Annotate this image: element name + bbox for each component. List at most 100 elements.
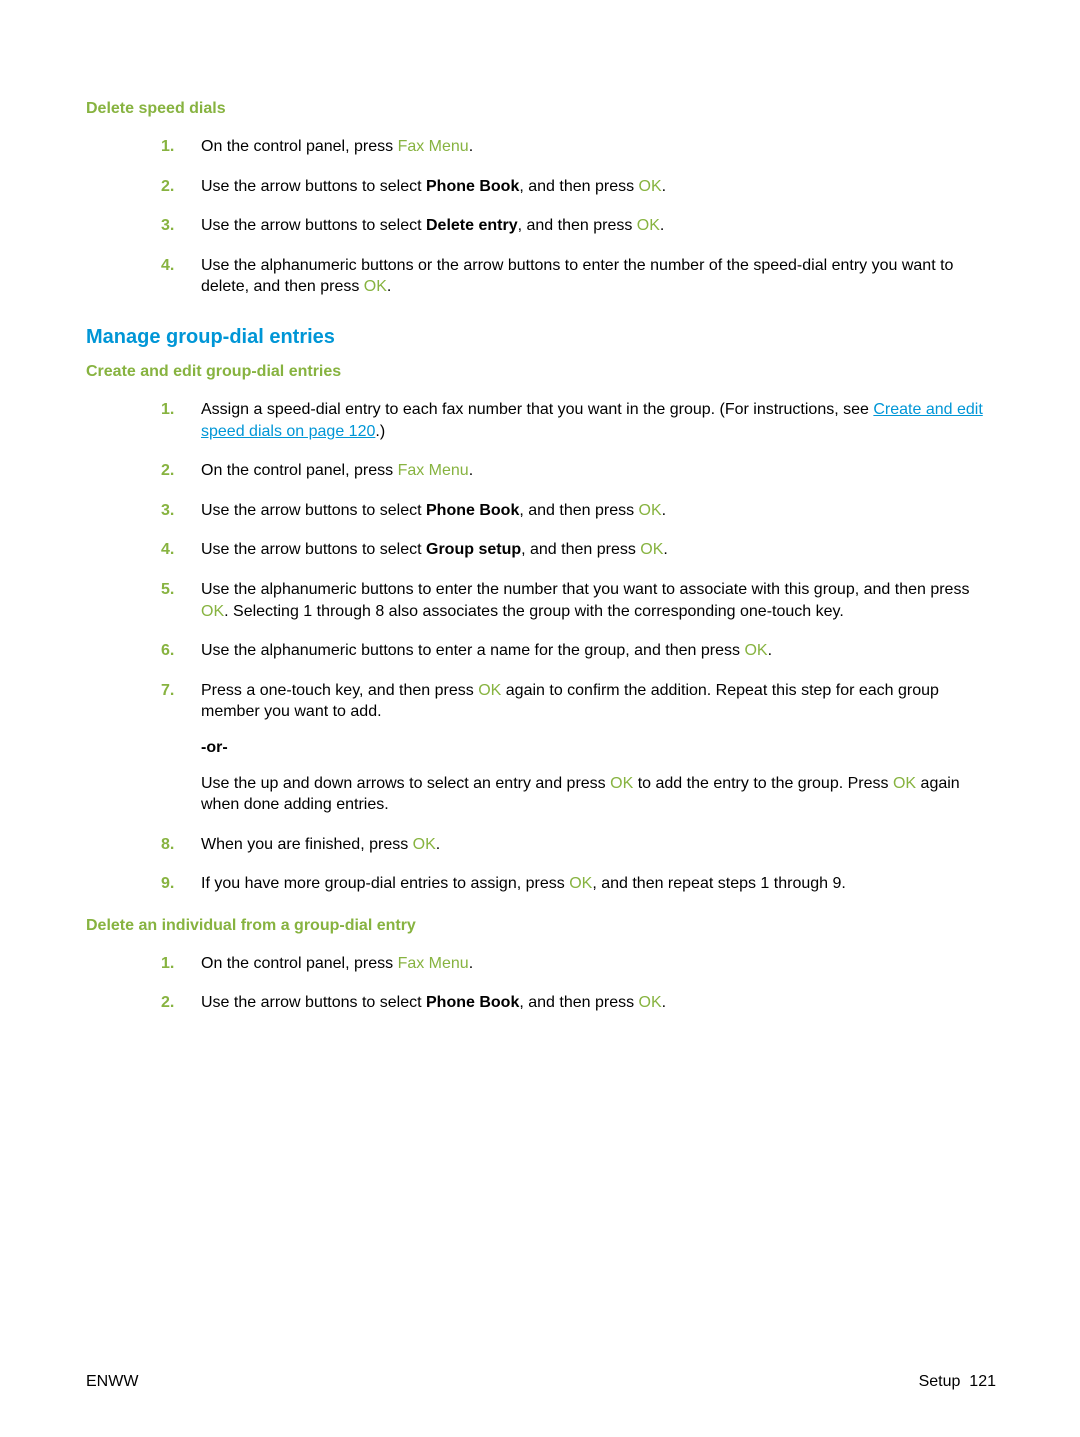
or-separator: -or- xyxy=(201,737,996,759)
text: Use the alphanumeric buttons to enter a … xyxy=(201,642,744,659)
step-number: 3. xyxy=(161,500,174,522)
step-text: Use the alphanumeric buttons to enter th… xyxy=(201,581,969,620)
text: to add the entry to the group. Press xyxy=(633,775,893,792)
footer-page-number: 121 xyxy=(969,1373,996,1390)
step-text: Assign a speed-dial entry to each fax nu… xyxy=(201,401,983,440)
step-item: 5. Use the alphanumeric buttons to enter… xyxy=(161,579,996,622)
step-item: 9. If you have more group-dial entries t… xyxy=(161,873,996,895)
heading-delete-speed-dials: Delete speed dials xyxy=(86,100,996,118)
step-number: 4. xyxy=(161,539,174,561)
menu-delete-entry: Delete entry xyxy=(426,217,518,234)
text: Use the up and down arrows to select an … xyxy=(201,775,610,792)
fax-menu-key: Fax Menu xyxy=(398,955,469,972)
footer-right: Setup 121 xyxy=(919,1373,996,1391)
text: Use the arrow buttons to select xyxy=(201,178,426,195)
text: , and then press xyxy=(519,178,638,195)
step-number: 2. xyxy=(161,460,174,482)
footer-left: ENWW xyxy=(86,1373,138,1391)
step-number: 1. xyxy=(161,136,174,158)
menu-phone-book: Phone Book xyxy=(426,994,519,1011)
ok-key: OK xyxy=(569,875,592,892)
step-text: Use the arrow buttons to select Phone Bo… xyxy=(201,502,666,519)
ok-key: OK xyxy=(637,217,660,234)
step-item: 6. Use the alphanumeric buttons to enter… xyxy=(161,640,996,662)
text: Use the arrow buttons to select xyxy=(201,217,426,234)
step-item: 2. Use the arrow buttons to select Phone… xyxy=(161,992,996,1014)
text: Use the alphanumeric buttons or the arro… xyxy=(201,257,953,296)
step-text: Press a one-touch key, and then press OK… xyxy=(201,680,996,816)
text: . xyxy=(663,541,667,558)
text: Use the arrow buttons to select xyxy=(201,541,426,558)
text: , and then press xyxy=(519,994,638,1011)
text: If you have more group-dial entries to a… xyxy=(201,875,569,892)
step-number: 5. xyxy=(161,579,174,601)
steps-delete-speed-dials: 1. On the control panel, press Fax Menu.… xyxy=(161,136,996,298)
text: , and then press xyxy=(519,502,638,519)
step-number: 7. xyxy=(161,680,174,702)
step-number: 1. xyxy=(161,399,174,421)
step-text: Use the arrow buttons to select Phone Bo… xyxy=(201,994,666,1011)
text: . xyxy=(436,836,440,853)
heading-manage-group-dial: Manage group-dial entries xyxy=(86,326,996,349)
text: Use the alphanumeric buttons to enter th… xyxy=(201,581,969,598)
step-number: 2. xyxy=(161,176,174,198)
page-footer: ENWW Setup 121 xyxy=(86,1373,996,1391)
text: , and then press xyxy=(518,217,637,234)
text: . xyxy=(662,994,666,1011)
text: Use the arrow buttons to select xyxy=(201,502,426,519)
ok-key: OK xyxy=(413,836,436,853)
text: . xyxy=(660,217,664,234)
footer-section-name: Setup xyxy=(919,1373,961,1390)
ok-key: OK xyxy=(610,775,633,792)
step-text: Use the arrow buttons to select Group se… xyxy=(201,541,668,558)
steps-create-edit-group: 1. Assign a speed-dial entry to each fax… xyxy=(161,399,996,895)
step-item: 3. Use the arrow buttons to select Delet… xyxy=(161,215,996,237)
text: On the control panel, press xyxy=(201,462,398,479)
step-item: 2. Use the arrow buttons to select Phone… xyxy=(161,176,996,198)
step-number: 8. xyxy=(161,834,174,856)
step-number: 6. xyxy=(161,640,174,662)
text: . xyxy=(469,138,473,155)
ok-key: OK xyxy=(364,278,387,295)
fax-menu-key: Fax Menu xyxy=(398,138,469,155)
ok-key: OK xyxy=(639,178,662,195)
text: . xyxy=(469,955,473,972)
text: Press a one-touch key, and then press xyxy=(201,682,478,699)
step-item: 1. Assign a speed-dial entry to each fax… xyxy=(161,399,996,442)
step-item: 4. Use the arrow buttons to select Group… xyxy=(161,539,996,561)
step-text: When you are finished, press OK. xyxy=(201,836,440,853)
step-item: 3. Use the arrow buttons to select Phone… xyxy=(161,500,996,522)
ok-key: OK xyxy=(639,994,662,1011)
text: When you are finished, press xyxy=(201,836,413,853)
text: , and then repeat steps 1 through 9. xyxy=(592,875,846,892)
step-text: Use the arrow buttons to select Delete e… xyxy=(201,217,664,234)
ok-key: OK xyxy=(744,642,767,659)
step-number: 3. xyxy=(161,215,174,237)
text: . xyxy=(768,642,772,659)
step-item: 2. On the control panel, press Fax Menu. xyxy=(161,460,996,482)
menu-group-setup: Group setup xyxy=(426,541,521,558)
ok-key: OK xyxy=(478,682,501,699)
text: . xyxy=(662,502,666,519)
text: . xyxy=(469,462,473,479)
step-text: Use the alphanumeric buttons to enter a … xyxy=(201,642,772,659)
text: , and then press xyxy=(521,541,640,558)
heading-delete-individual-from-group: Delete an individual from a group-dial e… xyxy=(86,917,996,935)
steps-delete-individual: 1. On the control panel, press Fax Menu.… xyxy=(161,953,996,1014)
fax-menu-key: Fax Menu xyxy=(398,462,469,479)
menu-phone-book: Phone Book xyxy=(426,178,519,195)
heading-create-edit-group-dial: Create and edit group-dial entries xyxy=(86,363,996,381)
text: On the control panel, press xyxy=(201,138,398,155)
ok-key: OK xyxy=(640,541,663,558)
step-number: 4. xyxy=(161,255,174,277)
step-text: On the control panel, press Fax Menu. xyxy=(201,462,473,479)
text: Assign a speed-dial entry to each fax nu… xyxy=(201,401,873,418)
text: . Selecting 1 through 8 also associates … xyxy=(224,603,844,620)
text: .) xyxy=(375,423,385,440)
step-item: 7. Press a one-touch key, and then press… xyxy=(161,680,996,816)
text: . xyxy=(387,278,391,295)
text: On the control panel, press xyxy=(201,955,398,972)
menu-phone-book: Phone Book xyxy=(426,502,519,519)
step-text: If you have more group-dial entries to a… xyxy=(201,875,846,892)
step-text: Use the alphanumeric buttons or the arro… xyxy=(201,257,953,296)
